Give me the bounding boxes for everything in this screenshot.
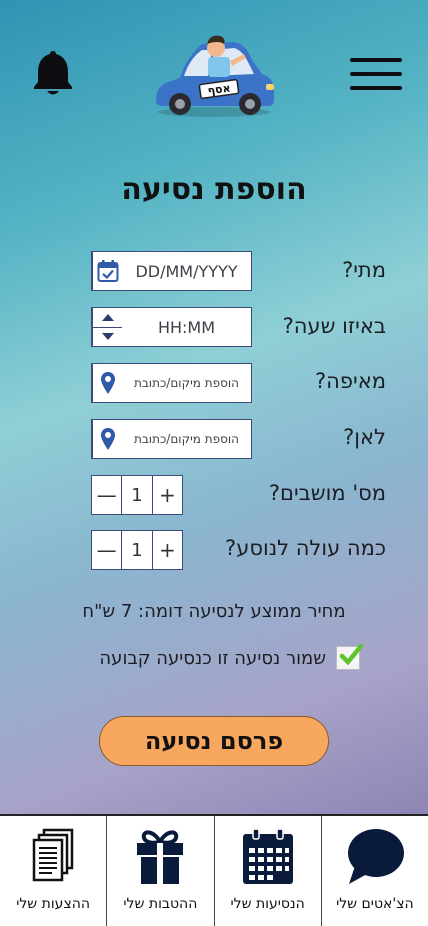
price-value[interactable]: 1: [121, 531, 153, 569]
time-field[interactable]: HH:MM: [91, 307, 252, 347]
from-location-field[interactable]: הוספת מיקום/כתובת: [91, 363, 252, 403]
price-minus-button[interactable]: —: [92, 531, 121, 569]
bottom-tab-bar: ההצעות שלי ההטבות שלי הנסיעות שלי הצ'אטי…: [0, 814, 428, 926]
time-spinner[interactable]: [92, 308, 122, 346]
price-label: כמה עולה לנוסע?: [225, 536, 386, 560]
to-placeholder: הוספת מיקום/כתובת: [133, 432, 240, 446]
save-regular-ride-option[interactable]: שמור נסיעה זו כנסיעה קבועה: [99, 643, 364, 670]
page-title: הוספת נסיעה: [121, 172, 307, 207]
seats-value[interactable]: 1: [121, 476, 153, 514]
gift-icon: [137, 830, 184, 884]
location-pin-icon[interactable]: [92, 420, 122, 458]
seats-plus-button[interactable]: +: [153, 476, 182, 514]
tab-my-chats[interactable]: הצ'אטים שלי: [322, 816, 428, 926]
tab-label: הנסיעות שלי: [230, 896, 305, 912]
tab-label: ההצעות שלי: [16, 896, 91, 912]
tab-my-benefits[interactable]: ההטבות שלי: [107, 816, 215, 926]
documents-icon: [32, 828, 74, 882]
chevron-up-icon[interactable]: [93, 308, 122, 328]
when-label: מתי?: [342, 258, 386, 282]
seats-label: מס' מושבים?: [268, 481, 386, 505]
to-label: לאן?: [343, 425, 386, 449]
location-pin-icon[interactable]: [92, 364, 122, 402]
tab-my-rides[interactable]: הנסיעות שלי: [215, 816, 322, 926]
price-stepper[interactable]: — 1 +: [91, 530, 183, 570]
tab-my-offers[interactable]: ההצעות שלי: [0, 816, 108, 926]
header: אסף: [0, 0, 428, 140]
time-placeholder: HH:MM: [157, 317, 216, 337]
tab-label: הצ'אטים שלי: [336, 896, 414, 912]
average-price-text: מחיר ממוצע לנסיעה דומה: 7 ש"ח: [82, 601, 346, 622]
from-placeholder: הוספת מיקום/כתובת: [133, 376, 240, 390]
publish-ride-button[interactable]: פרסם נסיעה: [99, 716, 329, 766]
hamburger-menu-icon[interactable]: [350, 58, 402, 90]
calendar-check-icon[interactable]: [92, 252, 122, 290]
date-placeholder: DD/MM/YYYY: [135, 261, 238, 281]
regular-ride-checkbox[interactable]: [336, 643, 364, 670]
to-location-field[interactable]: הוספת מיקום/כתובת: [91, 419, 252, 459]
from-label: מאיפה?: [315, 369, 386, 393]
tab-label: ההטבות שלי: [123, 896, 198, 912]
save-regular-label: שמור נסיעה זו כנסיעה קבועה: [99, 647, 326, 669]
app-logo: אסף: [150, 28, 278, 120]
seats-stepper[interactable]: — 1 +: [91, 475, 183, 515]
seats-minus-button[interactable]: —: [92, 476, 121, 514]
price-plus-button[interactable]: +: [153, 531, 182, 569]
calendar-icon: [242, 828, 293, 884]
chat-bubble-icon: [347, 829, 404, 884]
chevron-down-icon[interactable]: [93, 328, 122, 347]
date-field[interactable]: DD/MM/YYYY: [91, 251, 252, 291]
time-label: באיזו שעה?: [282, 314, 386, 338]
bell-icon[interactable]: [32, 48, 74, 98]
